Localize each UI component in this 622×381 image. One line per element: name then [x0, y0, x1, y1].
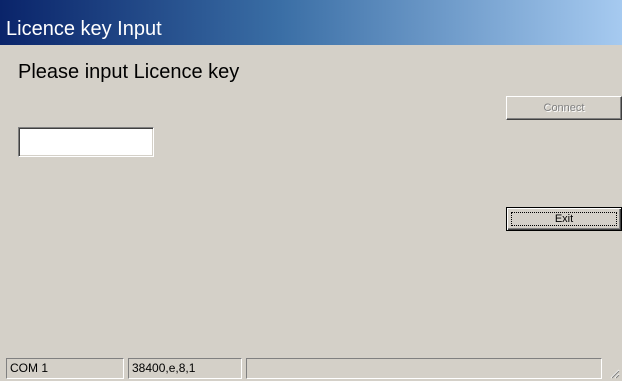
title-bar: Licence key Input [0, 0, 622, 45]
licence-key-input[interactable] [18, 127, 154, 157]
exit-button-label: Exit [554, 212, 574, 225]
status-bar: COM 1 38400,e,8,1 [0, 355, 622, 381]
connect-button[interactable]: Connect [506, 96, 622, 120]
connect-button-label: Connect [543, 101, 585, 114]
exit-button[interactable]: Exit [506, 207, 622, 231]
licence-key-prompt: Please input Licence key [18, 61, 240, 83]
status-settings: 38400,e,8,1 [128, 358, 242, 379]
status-message [246, 358, 602, 379]
status-port: COM 1 [6, 358, 124, 379]
window-title: Licence key Input [6, 18, 162, 40]
resize-grip-icon[interactable] [608, 367, 620, 379]
